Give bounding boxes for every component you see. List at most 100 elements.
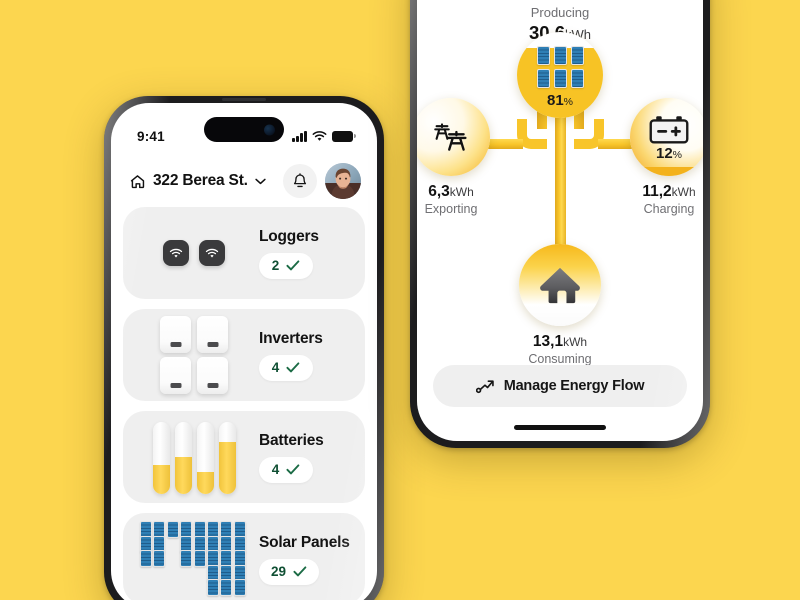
energy-flow-scene: Producing 30,6kWh 81% 6,3kWh Exporting 1…	[417, 0, 703, 441]
battery-status: Charging	[643, 202, 695, 216]
card-title: Batteries	[259, 431, 324, 449]
grid-circle	[417, 98, 490, 176]
node-solar[interactable]: 81%	[517, 32, 603, 118]
power-pylon-icon	[434, 123, 467, 151]
solar-percent: 81%	[517, 92, 603, 109]
grid-value: 6,3kWh	[417, 183, 490, 201]
solar-percent-value: 81	[546, 92, 564, 109]
dynamic-island	[204, 117, 284, 142]
solar-panel-cell	[220, 579, 233, 597]
inverters-info: Inverters 4	[255, 330, 359, 381]
card-title: Inverters	[259, 329, 323, 347]
check-icon	[293, 566, 307, 577]
card-title: Solar Panels	[259, 533, 350, 551]
grid-value-number: 6,3	[428, 183, 450, 200]
battery-cylinder	[218, 422, 236, 494]
status-badge: 4	[259, 354, 313, 381]
battery-caption: 11,2kWh Charging	[630, 183, 703, 216]
home-indicator[interactable]	[514, 425, 606, 430]
device-count: 29	[271, 564, 287, 579]
solar-panel-cell	[570, 46, 584, 65]
check-icon	[286, 464, 300, 475]
pipe-trunk-vertical	[555, 102, 566, 254]
battery-cylinder	[174, 422, 192, 494]
card-solar-panels[interactable]: Solar Panels 29	[123, 513, 365, 600]
status-bar-indicators	[292, 130, 356, 142]
avatar[interactable]	[325, 163, 361, 199]
battery-percent-symbol: %	[672, 149, 683, 161]
status-badge: 2	[259, 252, 313, 279]
status-bar-time: 9:41	[137, 128, 165, 144]
solar-panel-cell	[140, 550, 152, 568]
wifi-icon	[312, 130, 327, 141]
right-phone-device: Producing 30,6kWh 81% 6,3kWh Exporting 1…	[410, 0, 710, 448]
card-inverters[interactable]: Inverters 4	[123, 309, 365, 401]
card-batteries[interactable]: Batteries 4	[123, 411, 365, 503]
house-status: Consuming	[528, 352, 592, 366]
manage-energy-flow-button[interactable]: Manage Energy Flow	[433, 365, 687, 407]
address-label: 322 Berea St.	[153, 172, 248, 189]
node-house[interactable]: 13,1kWh Consuming	[519, 244, 601, 366]
solar-panel-cell	[153, 550, 166, 568]
battery-cylinder	[196, 422, 214, 494]
house-circle	[519, 244, 601, 326]
grid-caption: 6,3kWh Exporting	[417, 183, 490, 216]
grid-value-unit: kWh	[449, 185, 474, 199]
battery-icon	[649, 116, 689, 144]
inverters-artwork	[133, 309, 255, 401]
house-value-unit: kWh	[563, 335, 588, 349]
solar-panel-cell	[553, 69, 567, 88]
left-phone-screen: 9:41 322 Berea St. Loggers 2 Inverters 4…	[111, 103, 377, 600]
logger-tile	[199, 240, 226, 266]
battery-cylinder	[152, 422, 170, 494]
notifications-button[interactable]	[283, 164, 317, 198]
solar-panels-info: Solar Panels 29	[255, 534, 359, 585]
solar-panel-cell	[536, 69, 550, 88]
home-icon	[540, 267, 580, 304]
manage-energy-flow-label: Manage Energy Flow	[503, 378, 645, 394]
solar-panel-cell	[570, 69, 584, 88]
battery-value: 11,2kWh	[630, 183, 703, 201]
solar-panel-cell	[193, 550, 206, 568]
solar-panel-cell	[233, 579, 246, 597]
avatar-image	[325, 163, 361, 199]
left-phone-device: 9:41 322 Berea St. Loggers 2 Inverters 4…	[104, 96, 384, 600]
battery-icon	[332, 130, 356, 142]
inverter-unit	[197, 316, 228, 353]
device-count: 4	[271, 360, 280, 375]
earpiece-speaker	[222, 98, 266, 101]
status-badge: 4	[259, 456, 313, 483]
device-cards-list[interactable]: Loggers 2 Inverters 4 Batteries 4 Solar …	[111, 207, 377, 600]
inverter-unit	[160, 357, 191, 394]
solar-panel-cell	[536, 46, 550, 65]
inverter-unit	[197, 357, 228, 394]
check-icon	[286, 260, 300, 271]
right-phone-screen: Producing 30,6kWh 81% 6,3kWh Exporting 1…	[417, 0, 703, 441]
chevron-down-icon	[255, 178, 266, 184]
node-grid[interactable]: 6,3kWh Exporting	[417, 98, 490, 216]
solar-circle: 81%	[517, 32, 603, 118]
solar-panel-cell	[180, 550, 193, 568]
loggers-artwork	[133, 207, 255, 299]
card-loggers[interactable]: Loggers 2	[123, 207, 365, 299]
batteries-info: Batteries 4	[255, 432, 359, 483]
loggers-info: Loggers 2	[255, 228, 359, 279]
grid-status: Exporting	[424, 202, 478, 216]
trend-arrow-icon	[475, 379, 494, 393]
card-title: Loggers	[259, 227, 319, 245]
status-badge: 29	[259, 558, 320, 585]
address-selector[interactable]: 322 Berea St.	[129, 172, 275, 190]
flow-diagram: 81% 6,3kWh Exporting 12% 11,2kWh Chargin…	[417, 32, 703, 366]
battery-value-number: 11,2	[642, 183, 672, 200]
batteries-artwork	[133, 411, 255, 503]
battery-percent: 12%	[630, 145, 703, 162]
house-value-number: 13,1	[532, 333, 564, 350]
node-battery[interactable]: 12% 11,2kWh Charging	[630, 98, 703, 216]
home-icon	[130, 174, 145, 188]
solar-percent-symbol: %	[563, 96, 574, 108]
check-icon	[286, 362, 300, 373]
solar-panels-artwork	[133, 513, 255, 600]
logger-tile	[162, 240, 189, 266]
house-caption: 13,1kWh Consuming	[519, 333, 601, 366]
battery-fill-level	[630, 166, 703, 176]
